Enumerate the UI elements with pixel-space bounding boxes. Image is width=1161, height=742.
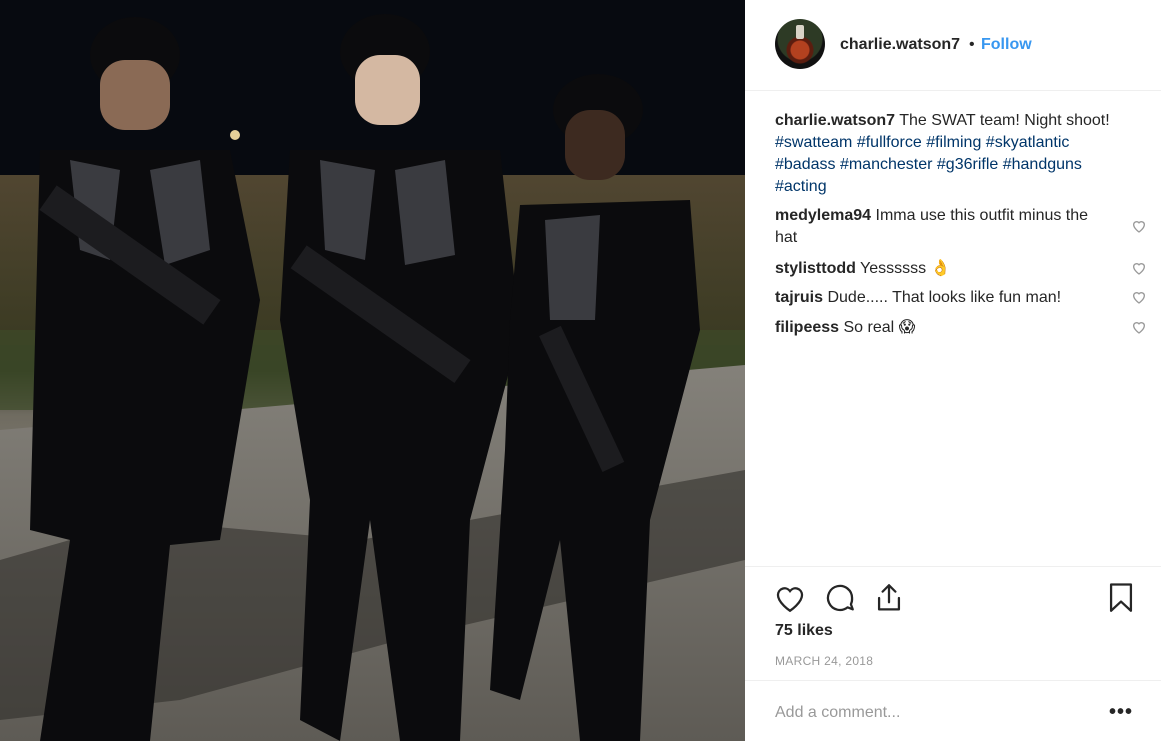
likes-count[interactable]: 75 likes — [775, 622, 833, 640]
comment-username-link[interactable]: tajruis — [775, 289, 823, 306]
more-options-button[interactable]: ••• — [1109, 701, 1133, 724]
hashtag-link[interactable]: #swatteam — [775, 134, 852, 151]
comment-item: tajruis Dude..... That looks like fun ma… — [775, 287, 1135, 309]
hashtag-link[interactable]: #badass — [775, 156, 836, 173]
add-comment-bar: ••• — [745, 680, 1161, 742]
avatar[interactable] — [775, 19, 825, 69]
swat-team-image — [0, 0, 745, 741]
hashtag-link[interactable]: #handguns — [1003, 156, 1082, 173]
hashtag-link[interactable]: #g36rifle — [937, 156, 998, 173]
hashtag-link[interactable]: #manchester — [840, 156, 933, 173]
comment-text: Dude..... That looks like fun man! — [827, 289, 1062, 306]
speech-bubble-icon[interactable] — [823, 581, 857, 615]
caption: charlie.watson7 The SWAT team! Night sho… — [775, 110, 1135, 198]
comment-text: Yessssss 👌 — [860, 260, 951, 277]
hashtag-link[interactable]: #acting — [775, 178, 827, 195]
hashtag-link[interactable]: #skyatlantic — [986, 134, 1070, 151]
heart-icon[interactable] — [773, 581, 807, 615]
comment-like-heart-icon[interactable] — [1131, 289, 1147, 305]
comment-item: filipeess So real 😱 — [775, 317, 1135, 339]
post-header: charlie.watson7 • Follow — [745, 0, 1161, 91]
share-icon[interactable] — [872, 581, 906, 615]
hashtag-link[interactable]: #filming — [926, 134, 981, 151]
comment-username-link[interactable]: stylisttodd — [775, 260, 856, 277]
comment-text: So real 😱 — [843, 319, 916, 336]
caption-username-link[interactable]: charlie.watson7 — [775, 112, 895, 129]
comment-username-link[interactable]: filipeess — [775, 319, 839, 336]
comment-item: stylisttodd Yessssss 👌 — [775, 258, 1135, 280]
comment-item: medylema94 Imma use this outfit minus th… — [775, 205, 1095, 249]
action-bar — [745, 566, 1161, 613]
post-photo[interactable] — [0, 0, 745, 741]
post-sidebar: charlie.watson7 • Follow charlie.watson7… — [745, 0, 1161, 741]
header-separator: • — [969, 36, 975, 53]
comment-like-heart-icon[interactable] — [1131, 218, 1147, 234]
caption-text: The SWAT team! Night shoot! — [899, 112, 1110, 129]
hashtag-link[interactable]: #fullforce — [857, 134, 922, 151]
comment-like-heart-icon[interactable] — [1131, 319, 1147, 335]
bookmark-icon[interactable] — [1104, 581, 1138, 615]
post-date: MARCH 24, 2018 — [775, 654, 874, 668]
add-comment-input[interactable] — [775, 701, 1075, 725]
comment-like-heart-icon[interactable] — [1131, 260, 1147, 276]
follow-button[interactable]: Follow — [981, 36, 1032, 54]
header-username-link[interactable]: charlie.watson7 — [840, 36, 960, 54]
comment-username-link[interactable]: medylema94 — [775, 207, 871, 224]
